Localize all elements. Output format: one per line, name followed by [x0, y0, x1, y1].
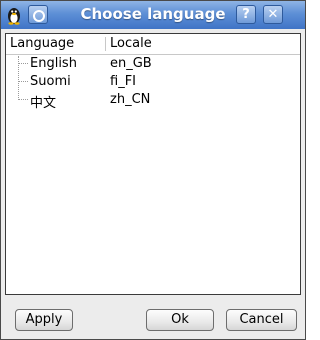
cancel-button[interactable]: Cancel	[226, 309, 297, 331]
close-button[interactable]: ✕	[263, 5, 283, 24]
title-bar[interactable]: Choose language ? ✕	[1, 1, 305, 29]
tree-branch	[18, 81, 28, 82]
language-name: Suomi	[30, 74, 71, 89]
language-list[interactable]: Language Locale English en_GB Suomi fi_F…	[5, 33, 301, 295]
list-item-suomi[interactable]: Suomi fi_FI	[6, 73, 300, 91]
column-header-locale[interactable]: Locale	[110, 36, 152, 51]
list-item-chinese[interactable]: 中文 zh_CN	[6, 91, 300, 111]
apply-button[interactable]: Apply	[15, 309, 73, 331]
help-icon: ?	[242, 7, 250, 22]
tree-branch	[18, 63, 28, 64]
window-title: Choose language	[80, 5, 226, 23]
locale-code: en_GB	[110, 56, 152, 71]
help-button[interactable]: ?	[236, 5, 256, 24]
penguin-icon[interactable]	[4, 5, 24, 25]
column-separator[interactable]	[105, 37, 106, 51]
language-name: English	[30, 56, 77, 71]
ok-button[interactable]: Ok	[146, 309, 214, 331]
locale-code: fi_FI	[110, 74, 136, 89]
ring-menu-icon	[33, 10, 45, 22]
choose-language-dialog: Choose language ? ✕ Language Locale Engl…	[0, 0, 306, 340]
locale-code: zh_CN	[110, 92, 151, 107]
language-name: 中文	[30, 96, 57, 111]
tree-branch	[18, 99, 28, 100]
list-item-english[interactable]: English en_GB	[6, 55, 300, 73]
window-menu-button[interactable]	[28, 5, 48, 24]
list-header: Language Locale	[6, 34, 300, 55]
column-header-language[interactable]: Language	[10, 36, 74, 51]
close-icon: ✕	[267, 7, 279, 22]
